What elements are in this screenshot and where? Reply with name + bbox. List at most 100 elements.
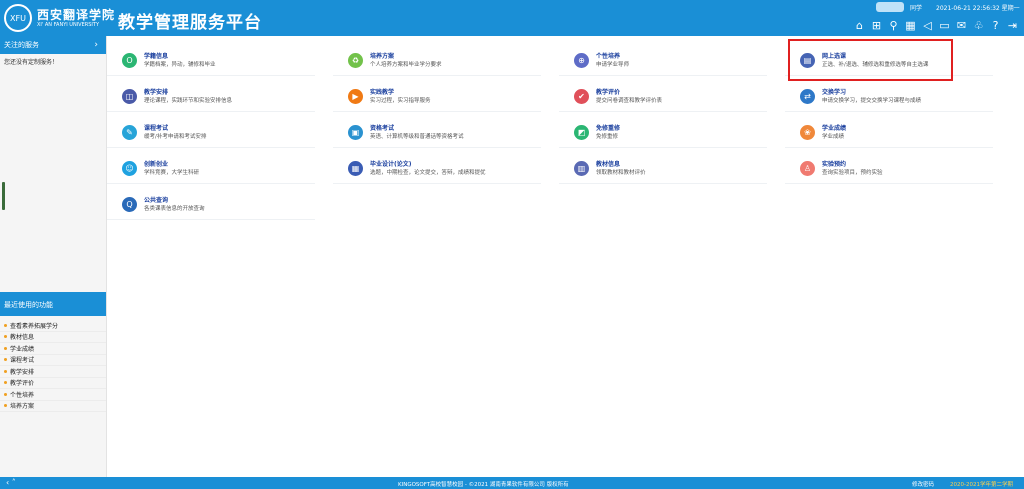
service-desc: 提交问卷调查和教学评价表 <box>596 97 663 104</box>
logout-icon[interactable]: ⇥ <box>1005 18 1020 33</box>
service-title: 毕业设计(论文) <box>370 160 412 168</box>
service-card-innovation[interactable]: ☺ 创新创业 学科竞赛，大学生科研 <box>107 154 315 184</box>
help-icon[interactable]: ? <box>988 18 1003 33</box>
service-desc: 免修重修 <box>596 133 619 140</box>
no-custom-service-note: 您还没有定制服务！ <box>4 59 59 66</box>
recent-item[interactable]: 个性培养 <box>0 389 106 401</box>
university-logo[interactable]: XFU 西安翻译学院 XI' AN FANYI UNIVERSITY <box>4 4 115 32</box>
service-desc: 领取教材和教材评价 <box>596 169 646 176</box>
recent-item[interactable]: 培养方案 <box>0 401 106 412</box>
service-title: 学籍信息 <box>144 52 169 60</box>
app-title: 教学管理服务平台 <box>118 13 262 33</box>
bullet-icon <box>4 404 7 408</box>
recent-item[interactable]: 教学评价 <box>0 378 106 389</box>
service-desc: 选题，中期检查，论文提交，答辩，成绩和提优 <box>370 169 486 176</box>
teaching-schedule-icon: ◫ <box>122 89 137 104</box>
logo-english-name: XI' AN FANYI UNIVERSITY <box>37 21 99 28</box>
service-card-graduation-thesis[interactable]: ▦ 毕业设计(论文) 选题，中期检查，论文提交，答辩，成绩和提优 <box>333 154 541 184</box>
service-card-public-query[interactable]: Q 公共查询 各类课表信息的开放查询 <box>107 190 315 220</box>
qualification-exams-icon: ▣ <box>348 125 363 140</box>
avatar[interactable] <box>876 2 904 12</box>
service-card-training-plan[interactable]: ♻ 培养方案 个人培养方案和毕业学分要求 <box>333 46 541 76</box>
teaching-evaluation-icon: ✔ <box>574 89 589 104</box>
bullet-icon <box>4 358 7 362</box>
footer-bar: ‹ ˄ KINGOSOFT高校智慧校园 - ©2021 湖南青果软件有限公司 版… <box>0 477 1024 489</box>
shirt-icon[interactable]: ♧ <box>971 18 986 33</box>
academic-grades-icon: ❀ <box>800 125 815 140</box>
footer-nav-arrows[interactable]: ‹ ˄ <box>6 478 16 487</box>
service-title: 免修重修 <box>596 124 621 132</box>
training-plan-icon: ♻ <box>348 53 363 68</box>
bullet-icon <box>4 335 7 339</box>
service-title: 交换学习 <box>822 88 847 96</box>
calendar-icon[interactable]: ▦ <box>903 18 918 33</box>
service-card-teaching-evaluation[interactable]: ✔ 教学评价 提交问卷调查和教学评价表 <box>559 82 767 112</box>
service-title: 创新创业 <box>144 160 169 168</box>
recent-item[interactable]: 教材信息 <box>0 332 106 343</box>
logo-chinese-name: 西安翻译学院 <box>37 7 116 22</box>
service-title: 教学安排 <box>144 88 169 96</box>
announce-icon[interactable]: ◁ <box>920 18 935 33</box>
service-card-practice-teaching[interactable]: ▶ 实践教学 实习过程，实习指导服务 <box>333 82 541 112</box>
recent-item[interactable]: 查看素养拓展学分 <box>0 320 106 332</box>
header-toolbar: ⌂ ⊞ ⚲ ▦ ◁ ▭ ✉ ♧ ? ⇥ <box>850 18 1020 33</box>
service-title: 培养方案 <box>370 52 395 60</box>
service-title: 实践教学 <box>370 88 395 96</box>
service-desc: 查询实验项目，预约实验 <box>822 169 883 176</box>
public-query-icon: Q <box>122 197 137 212</box>
followed-services-title: 关注的服务 <box>4 41 39 49</box>
recent-item[interactable]: 学业成绩 <box>0 343 106 355</box>
service-card-academic-grades[interactable]: ❀ 学业成绩 学业成绩 <box>785 118 993 148</box>
service-desc: 申请交换学习，提交交换学习课程与成绩 <box>822 97 922 104</box>
copyright-text: KINGOSOFT高校智慧校园 - ©2021 湖南青果软件有限公司 版权所有 <box>398 482 569 488</box>
search-icon[interactable]: ⚲ <box>886 18 901 33</box>
service-desc: 各类课表信息的开放查询 <box>144 205 205 212</box>
service-card-lab-booking[interactable]: ♙ 实验预约 查询实验项目，预约实验 <box>785 154 993 184</box>
service-desc: 学籍档案，异动，辅修和毕业 <box>144 61 216 68</box>
chevron-right-icon[interactable]: › <box>94 40 98 50</box>
followed-services-header[interactable]: 关注的服务 › <box>0 36 106 54</box>
top-header: XFU 西安翻译学院 XI' AN FANYI UNIVERSITY 教学管理服… <box>0 0 1024 36</box>
service-title: 个性培养 <box>596 52 621 60</box>
bullet-icon <box>4 346 7 350</box>
service-title: 资格考试 <box>370 124 395 132</box>
service-card-textbook-info[interactable]: ▥ 教材信息 领取教材和教材评价 <box>559 154 767 184</box>
bullet-icon <box>4 369 7 373</box>
user-name[interactable]: 同学 <box>910 3 922 12</box>
course-exams-icon: ✎ <box>122 125 137 140</box>
recent-item[interactable]: 教学安排 <box>0 366 106 378</box>
message-icon[interactable]: ✉ <box>954 18 969 33</box>
service-desc: 缓考/补考申请和考试安排 <box>144 133 207 140</box>
bullet-icon <box>4 323 7 327</box>
service-card-course-exams[interactable]: ✎ 课程考试 缓考/补考申请和考试安排 <box>107 118 315 148</box>
highlight-box <box>788 39 953 81</box>
sidebar-resize-handle[interactable] <box>2 182 5 210</box>
exemption-retake-icon: ◩ <box>574 125 589 140</box>
bullet-icon <box>4 381 7 385</box>
home-icon[interactable]: ⌂ <box>852 18 867 33</box>
window-icon[interactable]: ▭ <box>937 18 952 33</box>
service-title: 学业成绩 <box>822 124 847 132</box>
personal-training-icon: ⊕ <box>574 53 589 68</box>
service-card-student-records[interactable]: O 学籍信息 学籍档案，异动，辅修和毕业 <box>107 46 315 76</box>
service-desc: 申请学业导师 <box>596 61 630 68</box>
service-desc: 实习过程，实习指导服务 <box>370 97 431 104</box>
change-password-link[interactable]: 修改密码 <box>912 480 934 488</box>
service-grid: O 学籍信息 学籍档案，异动，辅修和毕业 ♻ 培养方案 个人培养方案和毕业学分要求 ⊕ 个… <box>107 36 1024 477</box>
recent-item[interactable]: 课程考试 <box>0 355 106 366</box>
bullet-icon <box>4 392 7 396</box>
service-title: 课程考试 <box>144 124 169 132</box>
service-card-qualification-exams[interactable]: ▣ 资格考试 英语、计算机等级和普通话等资格考试 <box>333 118 541 148</box>
service-card-exchange-study[interactable]: ⇄ 交换学习 申请交换学习，提交交换学习课程与成绩 <box>785 82 993 112</box>
service-card-teaching-schedule[interactable]: ◫ 教学安排 理论课程，实践环节和实验安排信息 <box>107 82 315 112</box>
lab-booking-icon: ♙ <box>800 161 815 176</box>
service-desc: 理论课程，实践环节和实验安排信息 <box>144 97 233 104</box>
service-title: 教材信息 <box>596 160 621 168</box>
service-card-personal-training[interactable]: ⊕ 个性培养 申请学业导师 <box>559 46 767 76</box>
service-desc: 学科竞赛，大学生科研 <box>144 169 200 176</box>
university-emblem-icon: XFU <box>4 4 32 32</box>
grid-icon[interactable]: ⊞ <box>869 18 884 33</box>
sidebar: 关注的服务 › 您还没有定制服务！ 最近使用的功能 查看素养拓展学分 教材信息 … <box>0 36 107 477</box>
service-card-exemption-retake[interactable]: ◩ 免修重修 免修重修 <box>559 118 767 148</box>
datetime: 2021-06-21 22:56:32 星期一 <box>936 5 1020 12</box>
